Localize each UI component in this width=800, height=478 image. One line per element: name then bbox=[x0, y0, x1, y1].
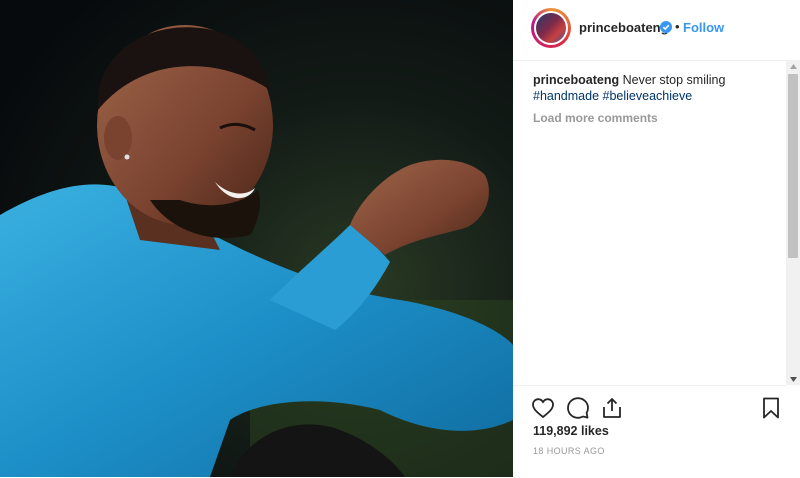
share-icon[interactable] bbox=[600, 396, 624, 420]
comments-scrollbar[interactable] bbox=[786, 60, 800, 385]
hashtag-handmade[interactable]: #handmade bbox=[533, 89, 599, 103]
verified-badge-icon bbox=[660, 21, 672, 33]
caption-text: Never stop smiling bbox=[622, 73, 726, 87]
load-more-comments-button[interactable]: Load more comments bbox=[533, 111, 658, 125]
caption-username[interactable]: princeboateng bbox=[533, 73, 619, 87]
photo-image bbox=[0, 0, 513, 477]
avatar[interactable] bbox=[531, 8, 571, 48]
bookmark-icon[interactable] bbox=[759, 396, 783, 420]
scrollbar-thumb[interactable] bbox=[788, 74, 798, 258]
header-separator: • bbox=[675, 19, 680, 34]
heart-icon[interactable] bbox=[531, 396, 555, 420]
follow-button[interactable]: Follow bbox=[683, 20, 724, 35]
caption: princeboateng Never stop smiling #handma… bbox=[533, 72, 783, 104]
scroll-up-arrow-icon[interactable] bbox=[786, 60, 800, 72]
post-username[interactable]: princeboateng bbox=[579, 20, 669, 35]
post-actions: 119,892 likes 18 HOURS AGO bbox=[513, 385, 786, 478]
post-header: princeboateng • Follow bbox=[513, 0, 786, 61]
hashtag-believeachieve[interactable]: #believeachieve bbox=[603, 89, 693, 103]
scroll-down-arrow-icon[interactable] bbox=[786, 373, 800, 385]
likes-count[interactable]: 119,892 likes bbox=[533, 424, 609, 438]
post-photo[interactable] bbox=[0, 0, 513, 477]
post-sidebar: princeboateng • Follow princeboateng Nev… bbox=[513, 0, 800, 477]
comment-bubble-icon[interactable] bbox=[566, 396, 590, 420]
post-timestamp[interactable]: 18 HOURS AGO bbox=[533, 446, 605, 456]
